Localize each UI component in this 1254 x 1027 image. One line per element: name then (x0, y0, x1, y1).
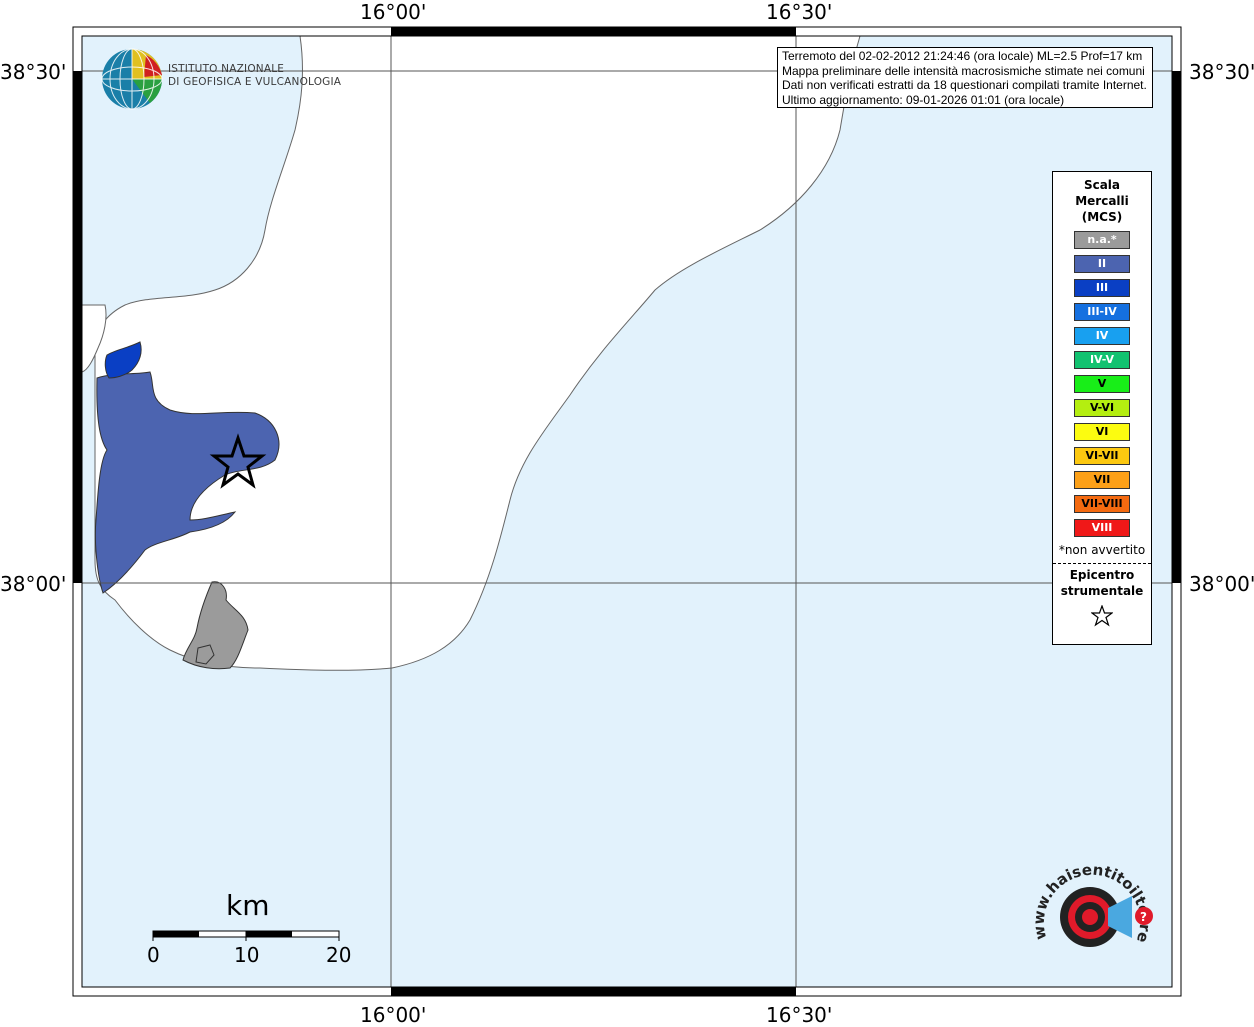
intensity-legend: Scala Mercalli (MCS) n.a.* II III III-IV IV I… (1052, 171, 1152, 645)
scale-bar: km 0 10 20 (140, 885, 352, 967)
legend-star-icon (1053, 604, 1151, 631)
ingv-logo-text: ISTITUTO NAZIONALE DI GEOFISICA E VULCAN… (168, 63, 341, 89)
legend-epicenter-line1: Epicentro (1069, 568, 1135, 582)
legend-item: n.a.* (1074, 231, 1130, 249)
scale-label-20: 20 (326, 943, 352, 967)
legend-item: III (1074, 279, 1130, 297)
globe-icon (101, 48, 163, 110)
lat-label-right-bottom: 38°00' (1189, 572, 1254, 596)
legend-item: VIII (1074, 519, 1130, 537)
legend-note: *non avvertito (1058, 543, 1146, 557)
legend-title-line3: (MCS) (1081, 210, 1123, 224)
legend-item: IV-V (1074, 351, 1130, 369)
info-line-4: Ultimo aggiornamento: 09-01-2026 01:01 (… (782, 92, 1065, 107)
ingv-logo-line1: ISTITUTO NAZIONALE (168, 63, 285, 75)
lat-label-right-top: 38°30' (1189, 60, 1254, 84)
legend-title-line1: Scala (1083, 178, 1121, 192)
legend-item: VI (1074, 423, 1130, 441)
legend-item: IV (1074, 327, 1130, 345)
legend-divider (1053, 563, 1151, 564)
lon-label-top-right: 16°30' (766, 0, 833, 24)
earthquake-info-box: Terremoto del 02-02-2012 21:24:46 (ora l… (777, 47, 1153, 108)
info-line-3: Dati non verificati estratti da 18 quest… (782, 78, 1147, 92)
lon-label-top-left: 16°00' (360, 0, 427, 24)
svg-text:?: ? (1140, 910, 1147, 924)
legend-item: III-IV (1074, 303, 1130, 321)
legend-item: VII (1074, 471, 1130, 489)
info-line-2: Mappa preliminare delle intensità macros… (782, 63, 1145, 78)
lat-label-left-top: 38°30' (0, 60, 67, 84)
scale-ruler (152, 930, 340, 941)
legend-item: VI-VII (1074, 447, 1130, 465)
legend-item: V (1074, 375, 1130, 393)
lon-label-bottom-right: 16°30' (766, 1003, 833, 1027)
ingv-logo (100, 47, 164, 115)
legend-item: II (1074, 255, 1130, 273)
legend-item: V-VI (1074, 399, 1130, 417)
lon-label-bottom-left: 16°00' (360, 1003, 427, 1027)
legend-epicenter-line2: strumentale (1060, 584, 1144, 598)
scale-title: km (226, 889, 270, 922)
legend-title: Scala Mercalli (MCS) (1053, 177, 1151, 225)
legend-epicenter-label: Epicentro strumentale (1053, 567, 1151, 599)
haisentito-logo: www.haisentitoilterremoto.it ? (1020, 836, 1158, 980)
info-line-1: Terremoto del 02-02-2012 21:24:46 (ora l… (782, 49, 1143, 63)
lat-label-left-bottom: 38°00' (0, 572, 67, 596)
scale-label-0: 0 (147, 943, 160, 967)
ingv-logo-line2: DI GEOFISICA E VULCANOLOGIA (168, 76, 342, 88)
legend-item: VII-VIII (1074, 495, 1130, 513)
scale-label-10: 10 (234, 943, 260, 967)
legend-items: n.a.* II III III-IV IV IV-V V V-VI VI VI-VII VII VI… (1053, 231, 1151, 537)
legend-title-line2: Mercalli (1075, 194, 1129, 208)
